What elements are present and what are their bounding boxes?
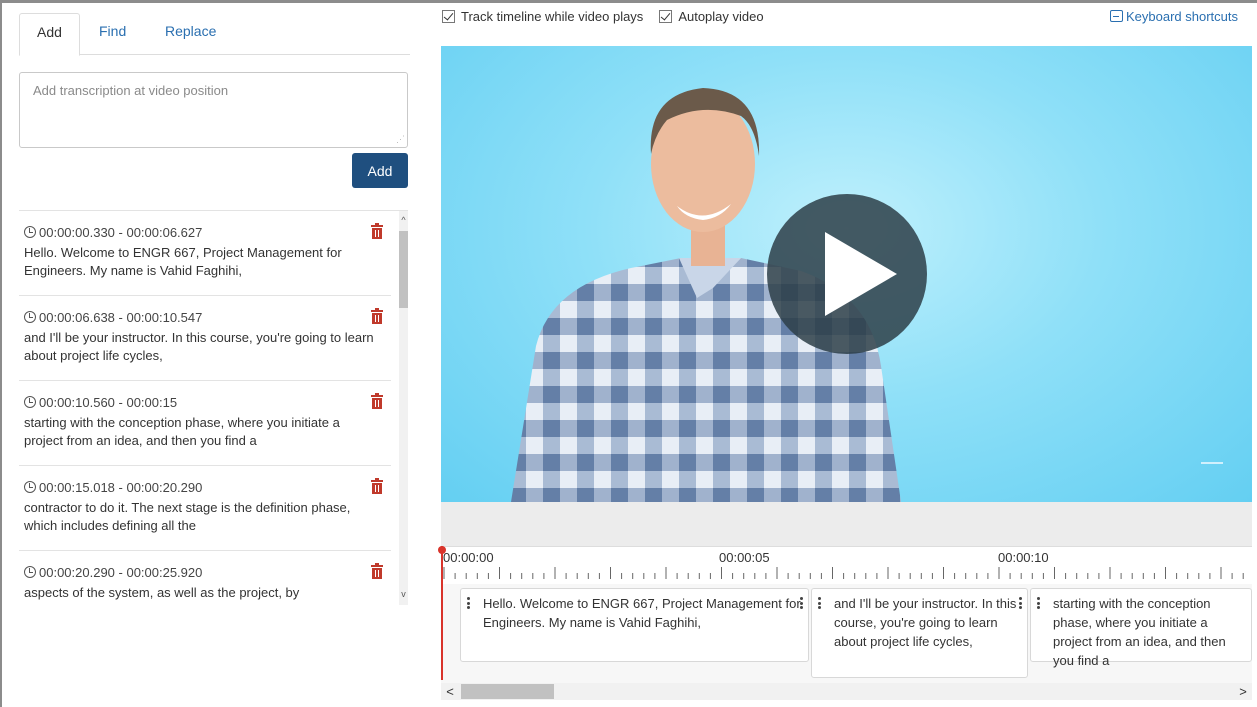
scroll-left-icon[interactable]: < (443, 683, 457, 700)
cue-time[interactable]: 00:00:06.638 - 00:00:10.547 (24, 309, 385, 326)
timeline-label: 00:00:05 (719, 550, 770, 565)
drag-handle-icon[interactable] (467, 597, 471, 609)
tab-replace[interactable]: Replace (148, 13, 233, 56)
clock-icon (24, 481, 36, 493)
playhead[interactable] (441, 546, 443, 680)
scroll-down-icon[interactable]: v (399, 587, 408, 601)
trash-icon[interactable] (371, 563, 383, 579)
trash-icon[interactable] (371, 478, 383, 494)
cue-time[interactable]: 00:00:10.560 - 00:00:15 (24, 394, 385, 411)
cue-item[interactable]: 00:00:10.560 - 00:00:15 starting with th… (19, 381, 391, 466)
cue-item[interactable]: 00:00:06.638 - 00:00:10.547 and I'll be … (19, 296, 391, 381)
cue-time[interactable]: 00:00:15.018 - 00:00:20.290 (24, 479, 385, 496)
cue-item[interactable]: 00:00:20.290 - 00:00:25.920 aspects of t… (19, 551, 391, 605)
timeline-cue-card[interactable]: starting with the conception phase, wher… (1019, 588, 1252, 668)
track-timeline-checkbox[interactable] (442, 10, 455, 23)
autoplay-checkbox[interactable] (659, 10, 673, 23)
timeline-scrollbar-thumb[interactable] (461, 684, 554, 699)
trash-icon[interactable] (371, 308, 383, 324)
cue-list: 00:00:00.330 - 00:00:06.627 Hello. Welco… (19, 210, 408, 605)
watermark-logo (1201, 462, 1223, 476)
playhead-handle[interactable] (438, 546, 446, 554)
window-left-border (0, 0, 2, 707)
trash-icon[interactable] (371, 223, 383, 239)
cue-item[interactable]: 00:00:00.330 - 00:00:06.627 Hello. Welco… (19, 211, 391, 296)
play-icon[interactable] (767, 194, 927, 354)
drag-handle-icon[interactable] (800, 597, 804, 609)
cue-list-scrollbar-thumb[interactable] (399, 231, 408, 308)
timeline-ticks (443, 567, 1244, 579)
tab-find[interactable]: Find (82, 13, 143, 56)
track-timeline-label[interactable]: Track timeline while video plays (461, 9, 643, 24)
timeline-label: 00:00:00 (443, 550, 494, 565)
tab-bar: Add Find Replace (19, 13, 410, 56)
player-options: Track timeline while video plays Autoplay… (442, 9, 780, 29)
tab-add[interactable]: Add (19, 13, 80, 56)
video-control-area (441, 502, 1252, 546)
timeline-cue-card[interactable]: Hello. Welcome to ENGR 667, Project Mana… (460, 588, 809, 662)
cue-text[interactable]: contractor to do it. The next stage is t… (24, 499, 376, 535)
resize-grip-icon[interactable]: ⋰ (396, 134, 406, 144)
scroll-up-icon[interactable]: ^ (399, 213, 408, 227)
drag-handle-icon[interactable] (1019, 597, 1023, 609)
cue-text[interactable]: and I'll be your instructor. In this cou… (24, 329, 376, 365)
trash-icon[interactable] (371, 393, 383, 409)
transcription-input[interactable] (19, 72, 408, 148)
cue-text[interactable]: starting with the conception phase, wher… (24, 414, 376, 450)
cue-item[interactable]: 00:00:15.018 - 00:00:20.290 contractor t… (19, 466, 391, 551)
cue-time[interactable]: 00:00:00.330 - 00:00:06.627 (24, 224, 385, 241)
timeline-label: 00:00:10 (998, 550, 1049, 565)
autoplay-label[interactable]: Autoplay video (678, 9, 763, 24)
cue-time[interactable]: 00:00:20.290 - 00:00:25.920 (24, 564, 385, 581)
keyboard-icon (1110, 10, 1123, 22)
timeline-ruler[interactable]: 00:00:00 00:00:05 00:00:10 (441, 546, 1252, 584)
drag-handle-icon[interactable] (818, 597, 822, 609)
cue-text[interactable]: Hello. Welcome to ENGR 667, Project Mana… (24, 244, 376, 280)
scroll-right-icon[interactable]: > (1236, 683, 1250, 700)
timeline-cue-card[interactable]: and I'll be your instructor. In this cou… (800, 588, 1028, 678)
clock-icon (24, 226, 36, 238)
clock-icon (24, 396, 36, 408)
timeline-scrollbar[interactable] (441, 683, 1252, 700)
clock-icon (24, 311, 36, 323)
cue-text[interactable]: aspects of the system, as well as the pr… (24, 584, 376, 602)
clock-icon (24, 566, 36, 578)
keyboard-shortcuts-link[interactable]: Keyboard shortcuts (1110, 9, 1238, 24)
add-button[interactable]: Add (352, 153, 408, 188)
transcript-panel: Add Find Replace ⋰ Add 00:00:00.330 - 00… (8, 3, 416, 707)
drag-handle-icon[interactable] (1037, 597, 1041, 609)
